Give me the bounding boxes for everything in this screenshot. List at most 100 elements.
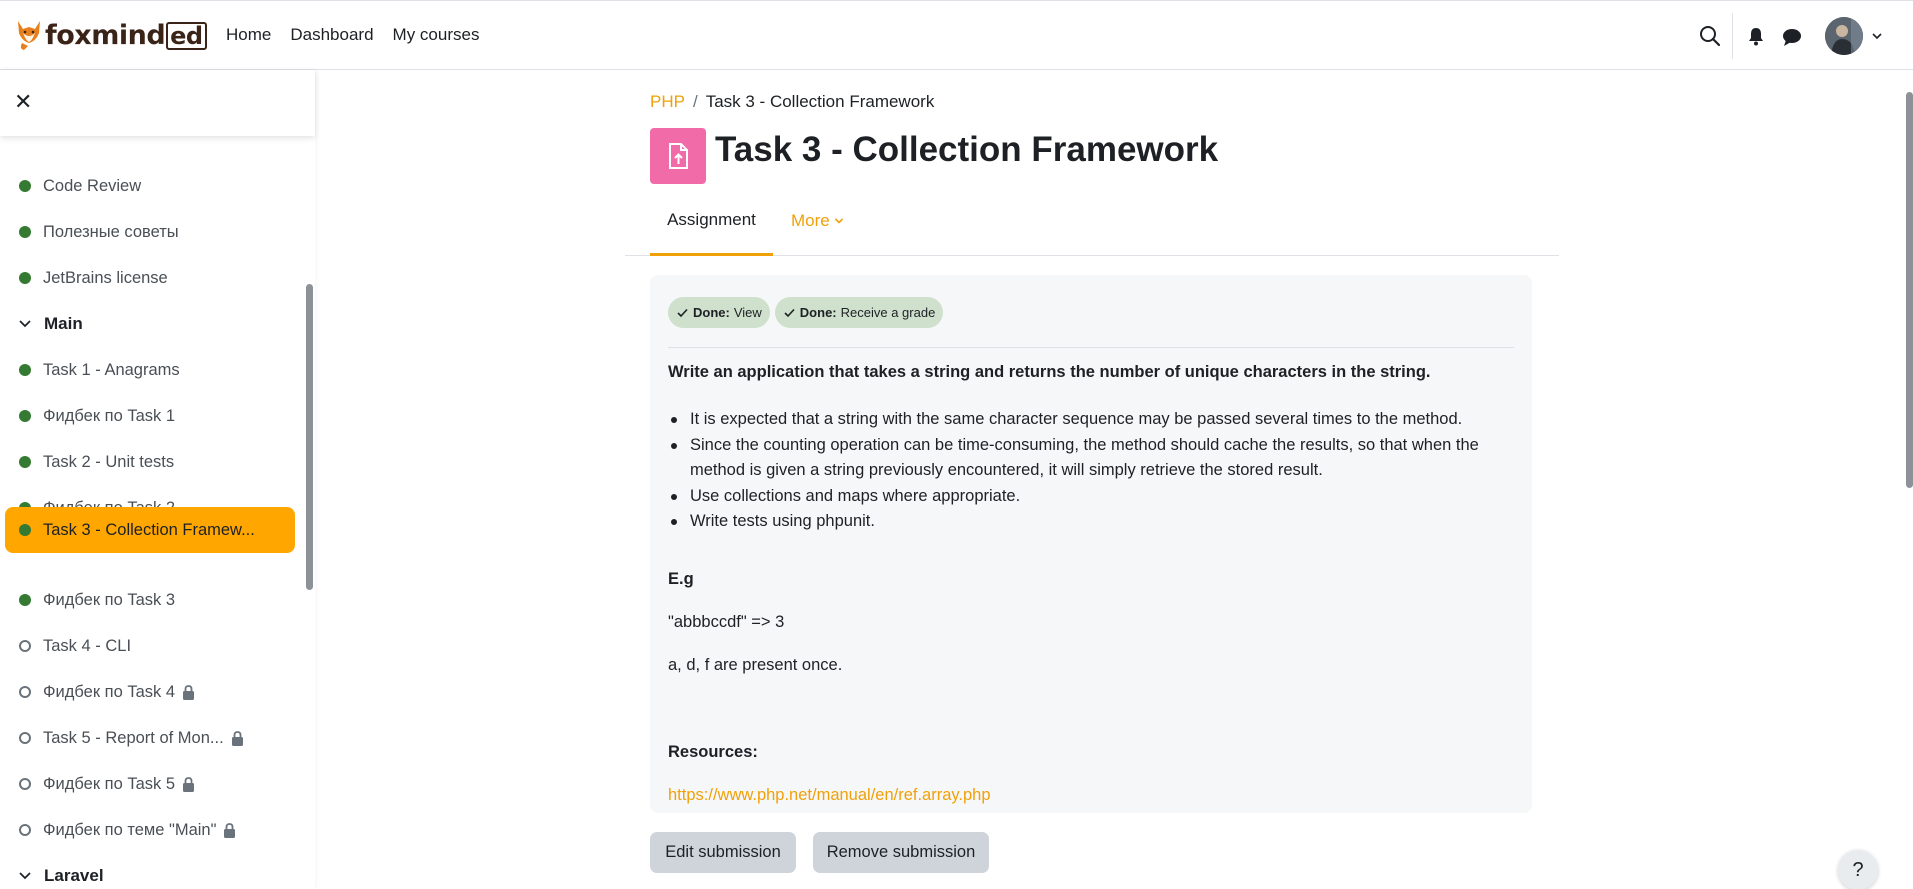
messages-chat-icon[interactable]: [1781, 26, 1803, 48]
sidebar-item-label: Task 2 - Unit tests: [43, 452, 175, 471]
completion-done-icon: [19, 180, 31, 192]
sidebar-item-label: Task 5 - Report of Mon...: [43, 728, 224, 747]
sidebar-item-feedback-task-4[interactable]: Фидбек по Task 4: [5, 669, 295, 715]
sidebar-item-useful-tips[interactable]: Полезные советы: [5, 209, 295, 255]
completion-empty-icon: [19, 640, 31, 652]
completion-empty-icon: [19, 686, 31, 698]
sidebar-item-label: Task 3 - Collection Framew...: [43, 520, 255, 539]
nav-link-my-courses[interactable]: My courses: [393, 25, 480, 45]
nav-link-home[interactable]: Home: [226, 25, 271, 45]
notifications-bell-icon[interactable]: [1745, 25, 1767, 47]
sidebar-section-label: Laravel: [44, 866, 104, 885]
tab-more[interactable]: More: [791, 186, 844, 256]
fox-logo-icon: [18, 21, 40, 50]
completion-badge-grade: Done: Receive a grade: [774, 297, 944, 328]
badge-text: View: [733, 305, 762, 320]
primary-nav: Home Dashboard My courses: [226, 25, 498, 45]
completion-done-icon: [19, 364, 31, 376]
sidebar-item-task-1[interactable]: Task 1 - Anagrams: [5, 347, 295, 393]
sidebar-item-label: Фидбек по теме "Main": [43, 820, 217, 839]
drawer-header: ✕: [0, 70, 315, 136]
completion-done-icon: [19, 272, 31, 284]
badge-prefix: Done:: [693, 305, 730, 320]
sidebar-item-task-4[interactable]: Task 4 - CLI: [5, 623, 295, 669]
checkmark-icon: [784, 308, 795, 317]
sidebar-item-label: Task 1 - Anagrams: [43, 360, 180, 379]
tab-assignment[interactable]: Assignment: [650, 186, 773, 256]
secondary-nav-tabs: Assignment More: [625, 186, 1559, 256]
tab-more-label: More: [791, 211, 830, 230]
avatar-photo-icon: [1825, 17, 1863, 55]
sidebar-item-label: Фидбек по Task 4: [43, 682, 176, 701]
remove-submission-button[interactable]: Remove submission: [813, 832, 989, 873]
sidebar-scrollbar[interactable]: [306, 284, 313, 590]
chevron-down-icon: [19, 320, 31, 328]
main-content: PHP / Task 3 - Collection Framework Task 3…: [315, 70, 1913, 889]
requirements-list: It is expected that a string with the sa…: [668, 407, 1508, 535]
user-menu-chevron-down-icon[interactable]: [1870, 29, 1884, 43]
sidebar-item-label: Фидбек по Task 1: [43, 406, 176, 425]
sidebar-item-label: JetBrains license: [43, 268, 168, 287]
assignment-heading: Write an application that takes a string…: [668, 363, 1431, 381]
nav-link-dashboard[interactable]: Dashboard: [290, 25, 373, 45]
example-label: E.g: [668, 570, 694, 588]
sidebar-section-label: Main: [44, 314, 83, 333]
completion-done-icon: [19, 410, 31, 422]
breadcrumb-course-link[interactable]: PHP: [650, 92, 685, 111]
sidebar-item-task-5[interactable]: Task 5 - Report of Mon...: [5, 715, 295, 761]
completion-done-icon: [19, 524, 31, 536]
sidebar-item-feedback-task-3[interactable]: Фидбек по Task 3: [5, 577, 295, 623]
badge-text: Receive a grade: [840, 305, 936, 320]
assignment-description-card: Done: View Done: Receive a grade Write an …: [650, 275, 1532, 813]
breadcrumb-current: Task 3 - Collection Framework: [705, 92, 935, 111]
resources-link[interactable]: https://www.php.net/manual/en/ref.array.…: [668, 786, 991, 804]
lock-icon: [224, 822, 236, 838]
completion-badges: Done: View Done: Receive a grade: [668, 297, 944, 328]
lock-icon: [183, 684, 195, 700]
sidebar-item-feedback-task-1[interactable]: Фидбек по Task 1: [5, 393, 295, 439]
breadcrumb-separator: /: [692, 92, 698, 111]
example-input: "abbbccdf" => 3: [668, 613, 785, 631]
page-title: Task 3 - Collection Framework: [715, 130, 1219, 169]
chevron-down-icon: [834, 218, 843, 224]
completion-empty-icon: [19, 778, 31, 790]
course-index-drawer: ✕ Code Review Полезные советы JetBrains …: [0, 70, 315, 889]
list-item: Write tests using phpunit.: [668, 509, 1508, 535]
list-item: It is expected that a string with the sa…: [668, 407, 1508, 433]
sidebar-item-label: Task 4 - CLI: [43, 636, 132, 655]
example-note: a, d, f are present once.: [668, 656, 843, 674]
nav-divider: [1732, 13, 1733, 59]
sidebar-item-code-review[interactable]: Code Review: [5, 163, 295, 209]
sidebar-section-main[interactable]: Main: [5, 301, 295, 347]
foxminded-logo[interactable]: foxmind ed: [14, 19, 207, 51]
page-scrollbar[interactable]: [1906, 92, 1913, 488]
search-icon[interactable]: [1697, 23, 1723, 49]
sidebar-item-task-3-active[interactable]: Task 3 - Collection Framew...: [5, 507, 295, 553]
lock-icon: [183, 776, 195, 792]
completion-badge-view: Done: View: [668, 297, 770, 328]
sidebar-item-task-2[interactable]: Task 2 - Unit tests: [5, 439, 295, 485]
list-item: Use collections and maps where appropria…: [668, 484, 1508, 510]
assignment-upload-icon: [650, 128, 706, 184]
chevron-down-icon: [19, 872, 31, 880]
sidebar-item-feedback-task-5[interactable]: Фидбек по Task 5: [5, 761, 295, 807]
checkmark-icon: [677, 308, 688, 317]
sidebar-item-label: Полезные советы: [43, 222, 179, 241]
sidebar-section-laravel[interactable]: Laravel: [5, 853, 295, 889]
sidebar-item-feedback-main[interactable]: Фидбек по теме "Main": [5, 807, 295, 853]
lock-icon: [231, 730, 243, 746]
sidebar-item-label: Фидбек по Task 5: [43, 774, 176, 793]
breadcrumb: PHP / Task 3 - Collection Framework: [650, 92, 934, 112]
divider: [668, 347, 1514, 348]
completion-empty-icon: [19, 824, 31, 836]
user-avatar[interactable]: [1825, 17, 1863, 55]
completion-done-icon: [19, 456, 31, 468]
list-item: Since the counting operation can be time…: [668, 433, 1508, 484]
close-drawer-icon[interactable]: ✕: [14, 91, 34, 113]
completion-done-icon: [19, 594, 31, 606]
edit-submission-button[interactable]: Edit submission: [650, 832, 796, 873]
completion-empty-icon: [19, 732, 31, 744]
help-button[interactable]: ?: [1838, 850, 1878, 889]
sidebar-item-jetbrains-license[interactable]: JetBrains license: [5, 255, 295, 301]
sidebar-item-label: Code Review: [43, 176, 142, 195]
